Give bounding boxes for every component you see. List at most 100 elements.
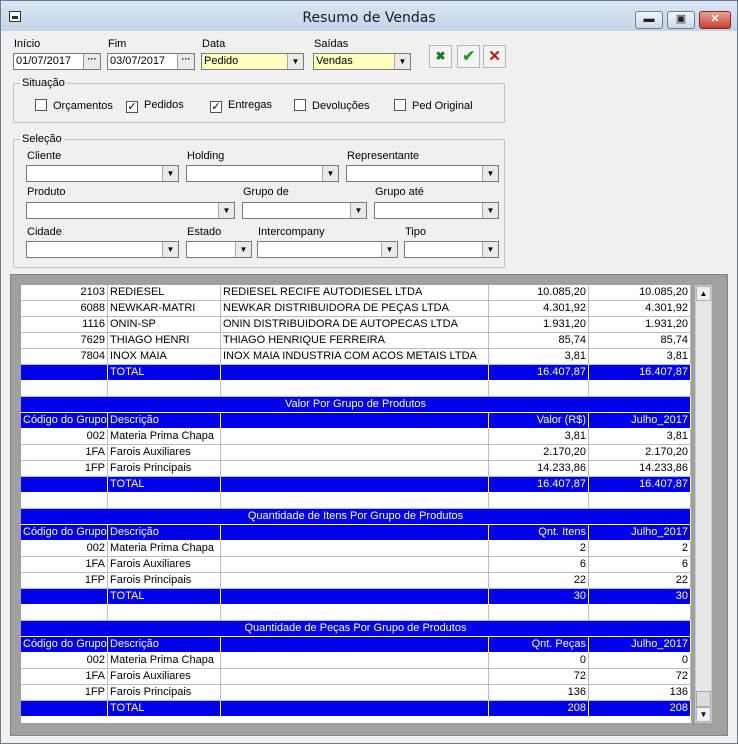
chevron-down-icon[interactable]: ▼ — [482, 166, 498, 181]
chevron-down-icon[interactable]: ▼ — [394, 54, 410, 69]
table-row[interactable]: 2103 REDIESEL REDIESEL RECIFE AUTODIESEL… — [21, 285, 691, 301]
grupo-de-select[interactable]: ▼ — [242, 202, 367, 219]
column-header: Julho_2017 — [589, 413, 691, 429]
checkbox-box[interactable] — [294, 99, 306, 111]
close-button[interactable]: ✕ — [699, 11, 731, 29]
cell-empty — [221, 541, 489, 557]
cidade-select[interactable]: ▼ — [26, 241, 179, 258]
table-row[interactable]: 002 Materia Prima Chapa 0 0 — [21, 653, 691, 669]
checkbox-pedidos[interactable]: ✓ Pedidos — [126, 99, 184, 113]
table-row[interactable]: 1FA Farois Auxiliares 2.170,20 2.170,20 — [21, 445, 691, 461]
title-bar[interactable]: Resumo de Vendas ▬ ▣ ✕ — [1, 1, 737, 31]
table-row[interactable]: 002 Materia Prima Chapa 2 2 — [21, 541, 691, 557]
cell-code: 2103 — [21, 285, 108, 301]
table-row[interactable]: 7804 INOX MAIA INOX MAIA INDUSTRIA COM A… — [21, 349, 691, 365]
chevron-down-icon[interactable]: ▼ — [482, 203, 498, 218]
checkbox-box[interactable]: ✓ — [126, 101, 138, 113]
grupo-ate-select[interactable]: ▼ — [374, 202, 499, 219]
produto-select[interactable]: ▼ — [26, 202, 235, 219]
report-grid[interactable]: 2103 REDIESEL REDIESEL RECIFE AUTODIESEL… — [21, 285, 691, 723]
cell-empty — [221, 365, 489, 381]
cell-empty — [589, 493, 691, 509]
chevron-down-icon[interactable]: ▼ — [162, 242, 178, 257]
table-row[interactable]: 6088 NEWKAR-MATRI NEWKAR DISTRIBUIDORA D… — [21, 301, 691, 317]
table-row[interactable]: 1FP Farois Principais 136 136 — [21, 685, 691, 701]
scroll-thumb[interactable] — [696, 691, 711, 707]
cell-description: Farois Auxiliares — [108, 445, 221, 461]
fim-date-field[interactable]: 03/07/2017 ··· — [107, 53, 195, 70]
total-month-value: 16.407,87 — [589, 365, 691, 381]
checkbox-ped-original[interactable]: Ped Original — [394, 99, 473, 113]
scroll-down-button[interactable]: ▼ — [696, 707, 711, 722]
total-value: 30 — [489, 589, 589, 605]
table-row[interactable]: 7629 THIAGO HENRI THIAGO HENRIQUE FERREI… — [21, 333, 691, 349]
chevron-down-icon[interactable]: ▼ — [381, 242, 397, 257]
cell-empty — [489, 381, 589, 397]
header-row: Código do Grupo Descrição Qnt. Peças Jul… — [21, 637, 691, 653]
inicio-date-field[interactable]: 01/07/2017 ··· — [13, 53, 101, 70]
chevron-down-icon[interactable]: ▼ — [287, 54, 303, 69]
cell-short-name: ONIN-SP — [108, 317, 221, 333]
chevron-down-icon[interactable]: ▼ — [482, 242, 498, 257]
minimize-button[interactable]: ▬ — [635, 11, 663, 29]
cell-empty — [21, 605, 108, 621]
saidas-select-value: Vendas — [316, 55, 353, 67]
check-icon: ✔ — [462, 48, 475, 65]
cliente-select[interactable]: ▼ — [26, 165, 179, 182]
column-header: Descrição — [108, 637, 221, 653]
chevron-down-icon[interactable]: ▼ — [322, 166, 338, 181]
checkbox-orcamentos[interactable]: Orçamentos — [35, 99, 113, 113]
table-row[interactable]: 1FA Farois Auxiliares 6 6 — [21, 557, 691, 573]
fim-picker-button[interactable]: ··· — [177, 54, 194, 69]
header-row: Código do Grupo Descrição Qnt. Itens Jul… — [21, 525, 691, 541]
total-row[interactable]: TOTAL 30 30 — [21, 589, 691, 605]
cell-empty — [21, 589, 108, 605]
vertical-scrollbar[interactable]: ▲ ▼ — [695, 285, 712, 723]
table-row[interactable]: 1FA Farois Auxiliares 72 72 — [21, 669, 691, 685]
excel-export-button[interactable]: ✖ — [429, 45, 452, 68]
cell-short-name: NEWKAR-MATRI — [108, 301, 221, 317]
checkbox-devolucoes[interactable]: Devoluções — [294, 99, 369, 113]
section-title: Quantidade de Itens Por Grupo de Produto… — [21, 509, 691, 525]
checkbox-entregas[interactable]: ✓ Entregas — [210, 99, 272, 113]
total-row[interactable]: TOTAL 16.407,87 16.407,87 — [21, 365, 691, 381]
spacer-row — [21, 381, 691, 397]
total-row[interactable]: TOTAL 16.407,87 16.407,87 — [21, 477, 691, 493]
table-row[interactable]: 1116 ONIN-SP ONIN DISTRIBUIDORA DE AUTOP… — [21, 317, 691, 333]
chevron-down-icon[interactable]: ▼ — [162, 166, 178, 181]
intercompany-select[interactable]: ▼ — [257, 241, 398, 258]
estado-select[interactable]: ▼ — [186, 241, 252, 258]
chevron-down-icon[interactable]: ▼ — [235, 242, 251, 257]
checkbox-box[interactable] — [35, 99, 47, 111]
cell-value: 136 — [489, 685, 589, 701]
cell-description: Farois Auxiliares — [108, 669, 221, 685]
maximize-button[interactable]: ▣ — [667, 11, 695, 29]
confirm-button[interactable]: ✔ — [457, 45, 480, 68]
saidas-select[interactable]: Vendas ▼ — [313, 53, 411, 70]
scroll-up-button[interactable]: ▲ — [696, 286, 711, 301]
checkbox-box[interactable] — [394, 99, 406, 111]
total-month-value: 30 — [589, 589, 691, 605]
chevron-down-icon: ▼ — [699, 710, 708, 719]
cell-description: Farois Principais — [108, 461, 221, 477]
total-row[interactable]: TOTAL 208 208 — [21, 701, 691, 717]
cell-description: Materia Prima Chapa — [108, 541, 221, 557]
table-row[interactable]: 1FP Farois Principais 14.233,86 14.233,8… — [21, 461, 691, 477]
inicio-picker-button[interactable]: ··· — [83, 54, 100, 69]
cell-group-code: 1FP — [21, 461, 108, 477]
situacao-legend: Situação — [22, 77, 65, 89]
data-label: Data — [202, 38, 226, 50]
tipo-select[interactable]: ▼ — [404, 241, 499, 258]
cancel-button[interactable]: ✕ — [483, 45, 506, 68]
checkbox-box[interactable]: ✓ — [210, 101, 222, 113]
cell-description: Farois Auxiliares — [108, 557, 221, 573]
tipo-label: Tipo — [405, 226, 426, 238]
holding-select[interactable]: ▼ — [186, 165, 339, 182]
chevron-down-icon[interactable]: ▼ — [350, 203, 366, 218]
data-select[interactable]: Pedido ▼ — [201, 53, 304, 70]
table-row[interactable]: 002 Materia Prima Chapa 3,81 3,81 — [21, 429, 691, 445]
table-row[interactable]: 1FP Farois Principais 22 22 — [21, 573, 691, 589]
chevron-down-icon[interactable]: ▼ — [218, 203, 234, 218]
representante-select[interactable]: ▼ — [346, 165, 499, 182]
grupo-de-label: Grupo de — [243, 186, 289, 198]
